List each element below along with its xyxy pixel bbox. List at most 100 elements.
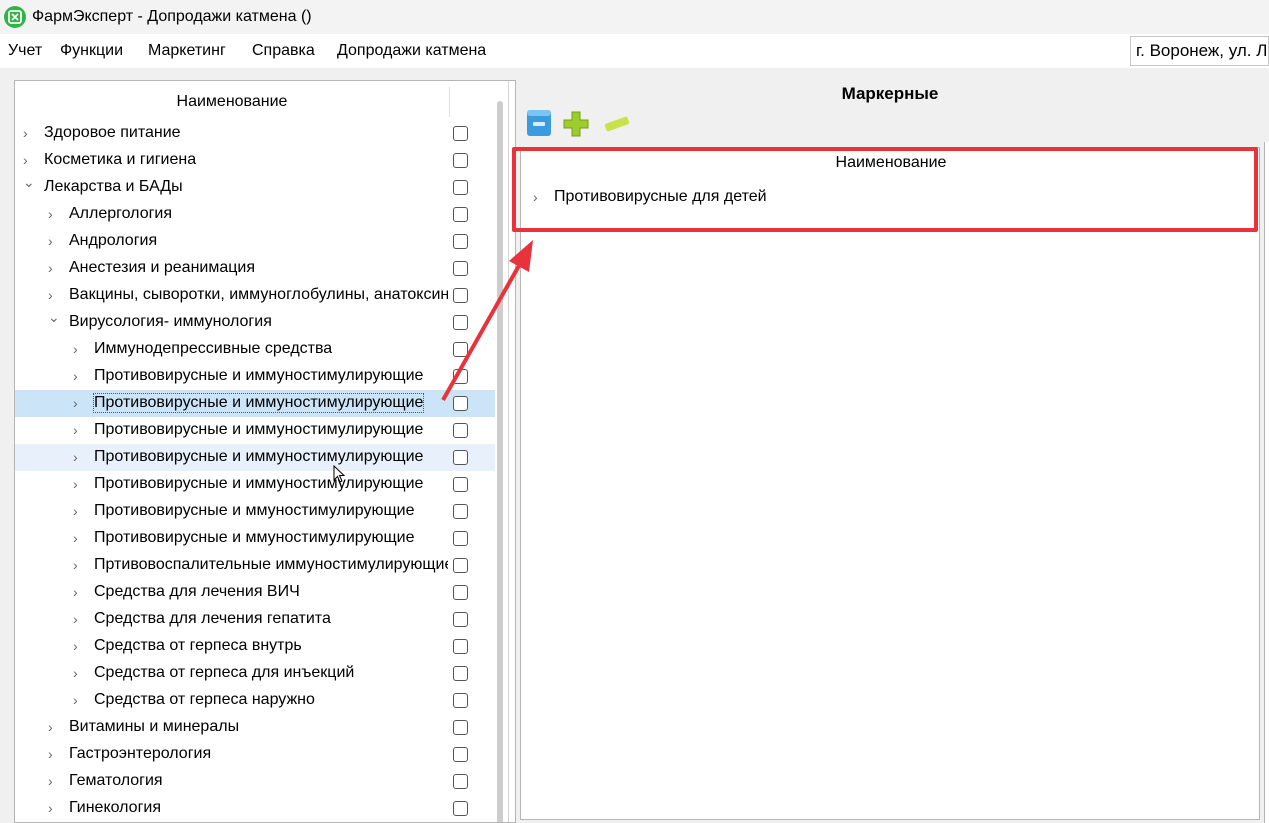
tree-row-checkbox[interactable] [453,288,468,303]
tree-row[interactable]: › Пртивовоспалительные иммуностимулирующи… [15,552,495,579]
remove-icon[interactable] [602,104,632,138]
tree-row-checkbox[interactable] [453,639,468,654]
right-edge-panel [1264,142,1269,823]
tree-row-checkbox[interactable] [453,450,468,465]
tree-row[interactable]: › Противовирусные и иммуностимулирующие [15,390,495,417]
tree-row-checkbox[interactable] [453,666,468,681]
tree-row-checkbox[interactable] [453,747,468,762]
tree-row[interactable]: › Противовирусные и ммуностимулирующие [15,525,495,552]
chevron-right-icon[interactable]: › [48,261,58,275]
chevron-down-icon[interactable]: ⌄ [23,175,35,189]
tree-row[interactable]: › Средства для лечения гепатита [15,606,495,633]
tree-scrollbar[interactable] [497,101,503,822]
chevron-right-icon[interactable]: › [48,720,58,734]
chevron-right-icon[interactable]: › [73,693,83,707]
tree-row-checkbox[interactable] [453,234,468,249]
tree-row[interactable]: › Аллергология [15,201,495,228]
chevron-right-icon[interactable]: › [48,288,58,302]
tree-row[interactable]: › Здоровое питание [15,120,495,147]
tree-row[interactable]: › Гинекология [15,795,495,822]
chevron-right-icon[interactable]: › [73,504,83,518]
tree-row-checkbox[interactable] [453,396,468,411]
tree-row-label: Гинекология [69,799,162,816]
tree-row[interactable]: › Косметика и гигиена [15,147,495,174]
tree-row-checkbox[interactable] [453,126,468,141]
chevron-right-icon[interactable]: › [73,531,83,545]
chevron-right-icon[interactable]: › [73,612,83,626]
chevron-right-icon[interactable]: › [48,801,58,815]
menu-help[interactable]: Справка [252,42,315,60]
tree-row-label: Средства от герпеса наружно [94,691,315,708]
database-icon[interactable] [524,104,554,138]
markers-row[interactable]: › Противовирусные для детей [521,184,1261,210]
chevron-right-icon[interactable]: › [73,450,83,464]
tree-row-checkbox[interactable] [453,180,468,195]
tree-row[interactable]: › Анестезия и реанимация [15,255,495,282]
menu-marketing[interactable]: Маркетинг [148,42,226,60]
tree-row[interactable]: › Противовирусные и иммуностимулирующие [15,471,495,498]
tree-row-checkbox[interactable] [453,774,468,789]
chevron-right-icon[interactable]: › [48,774,58,788]
tree-row-label: Анестезия и реанимация [69,259,255,276]
chevron-right-icon[interactable]: › [73,477,83,491]
tree-row-checkbox[interactable] [453,342,468,357]
chevron-down-icon[interactable]: ⌄ [48,310,60,324]
window-title: ФармЭксперт - Допродажи катмена () [32,8,312,25]
tree-row-checkbox[interactable] [453,558,468,573]
tree-row-checkbox[interactable] [453,315,468,330]
chevron-right-icon[interactable]: › [23,153,33,167]
tree-header-name[interactable]: Наименование [15,81,449,121]
tree-row[interactable]: › Андрология [15,228,495,255]
tree-row[interactable]: › Витамины и минералы [15,714,495,741]
tree-row-checkbox[interactable] [453,720,468,735]
tree-row-checkbox[interactable] [453,261,468,276]
menu-catman-upsell[interactable]: Допродажи катмена [337,42,486,60]
tree-row-label: Косметика и гигиена [44,151,197,168]
add-icon[interactable] [561,104,591,138]
chevron-right-icon[interactable]: › [23,126,33,140]
tree-row-checkbox[interactable] [453,207,468,222]
tree-row-checkbox[interactable] [453,801,468,816]
chevron-right-icon[interactable]: › [73,342,83,356]
tree-row[interactable]: ⌄ Вирусология- иммунология [15,309,495,336]
tree-row[interactable]: › Средства от герпеса наружно [15,687,495,714]
tree-row[interactable]: › Гастроэнтерология [15,741,495,768]
tree-row[interactable]: › Противовирусные и иммуностимулирующие [15,363,495,390]
tree-row[interactable]: › Вакцины, сыворотки, иммуноглобулины, ан… [15,282,495,309]
tree-row-checkbox[interactable] [453,585,468,600]
tree-row-checkbox[interactable] [453,369,468,384]
menu-accounting[interactable]: Учет [8,42,42,60]
chevron-right-icon[interactable]: › [73,639,83,653]
chevron-right-icon[interactable]: › [73,558,83,572]
tree-row-checkbox[interactable] [453,531,468,546]
tree-row[interactable]: › Противовирусные и иммуностимулирующие [15,444,495,471]
tree-row[interactable]: › Противовирусные и иммуностимулирующие [15,417,495,444]
tree-row-checkbox[interactable] [453,612,468,627]
tree-row[interactable]: › Гематология [15,768,495,795]
tree-row[interactable]: › Противовирусные и ммуностимулирующие [15,498,495,525]
markers-grid-header[interactable]: Наименование [521,154,1261,172]
header-separator [449,87,450,117]
tree-row[interactable]: › Средства от герпеса внутрь [15,633,495,660]
tree-row-checkbox[interactable] [453,504,468,519]
chevron-right-icon[interactable]: › [48,747,58,761]
tree-row[interactable]: › Средства для лечения ВИЧ [15,579,495,606]
tree-row[interactable]: › Средства от герпеса для инъекций [15,660,495,687]
tree-row[interactable]: › Иммунодепрессивные средства [15,336,495,363]
chevron-right-icon[interactable]: › [48,207,58,221]
chevron-right-icon[interactable]: › [533,190,543,204]
tree-row-label: Противовирусные и ммуностимулирующие [94,529,415,546]
chevron-right-icon[interactable]: › [73,396,83,410]
tree-row-checkbox[interactable] [453,153,468,168]
menu-functions[interactable]: Функции [60,42,123,60]
chevron-right-icon[interactable]: › [73,666,83,680]
tree-row[interactable]: ⌄ Лекарства и БАДы [15,174,495,201]
chevron-right-icon[interactable]: › [73,585,83,599]
chevron-right-icon[interactable]: › [48,234,58,248]
tree-row-checkbox[interactable] [453,477,468,492]
chevron-right-icon[interactable]: › [73,423,83,437]
location-selector[interactable]: г. Воронеж, ул. Ли [1130,36,1269,66]
chevron-right-icon[interactable]: › [73,369,83,383]
tree-row-checkbox[interactable] [453,423,468,438]
tree-row-checkbox[interactable] [453,693,468,708]
